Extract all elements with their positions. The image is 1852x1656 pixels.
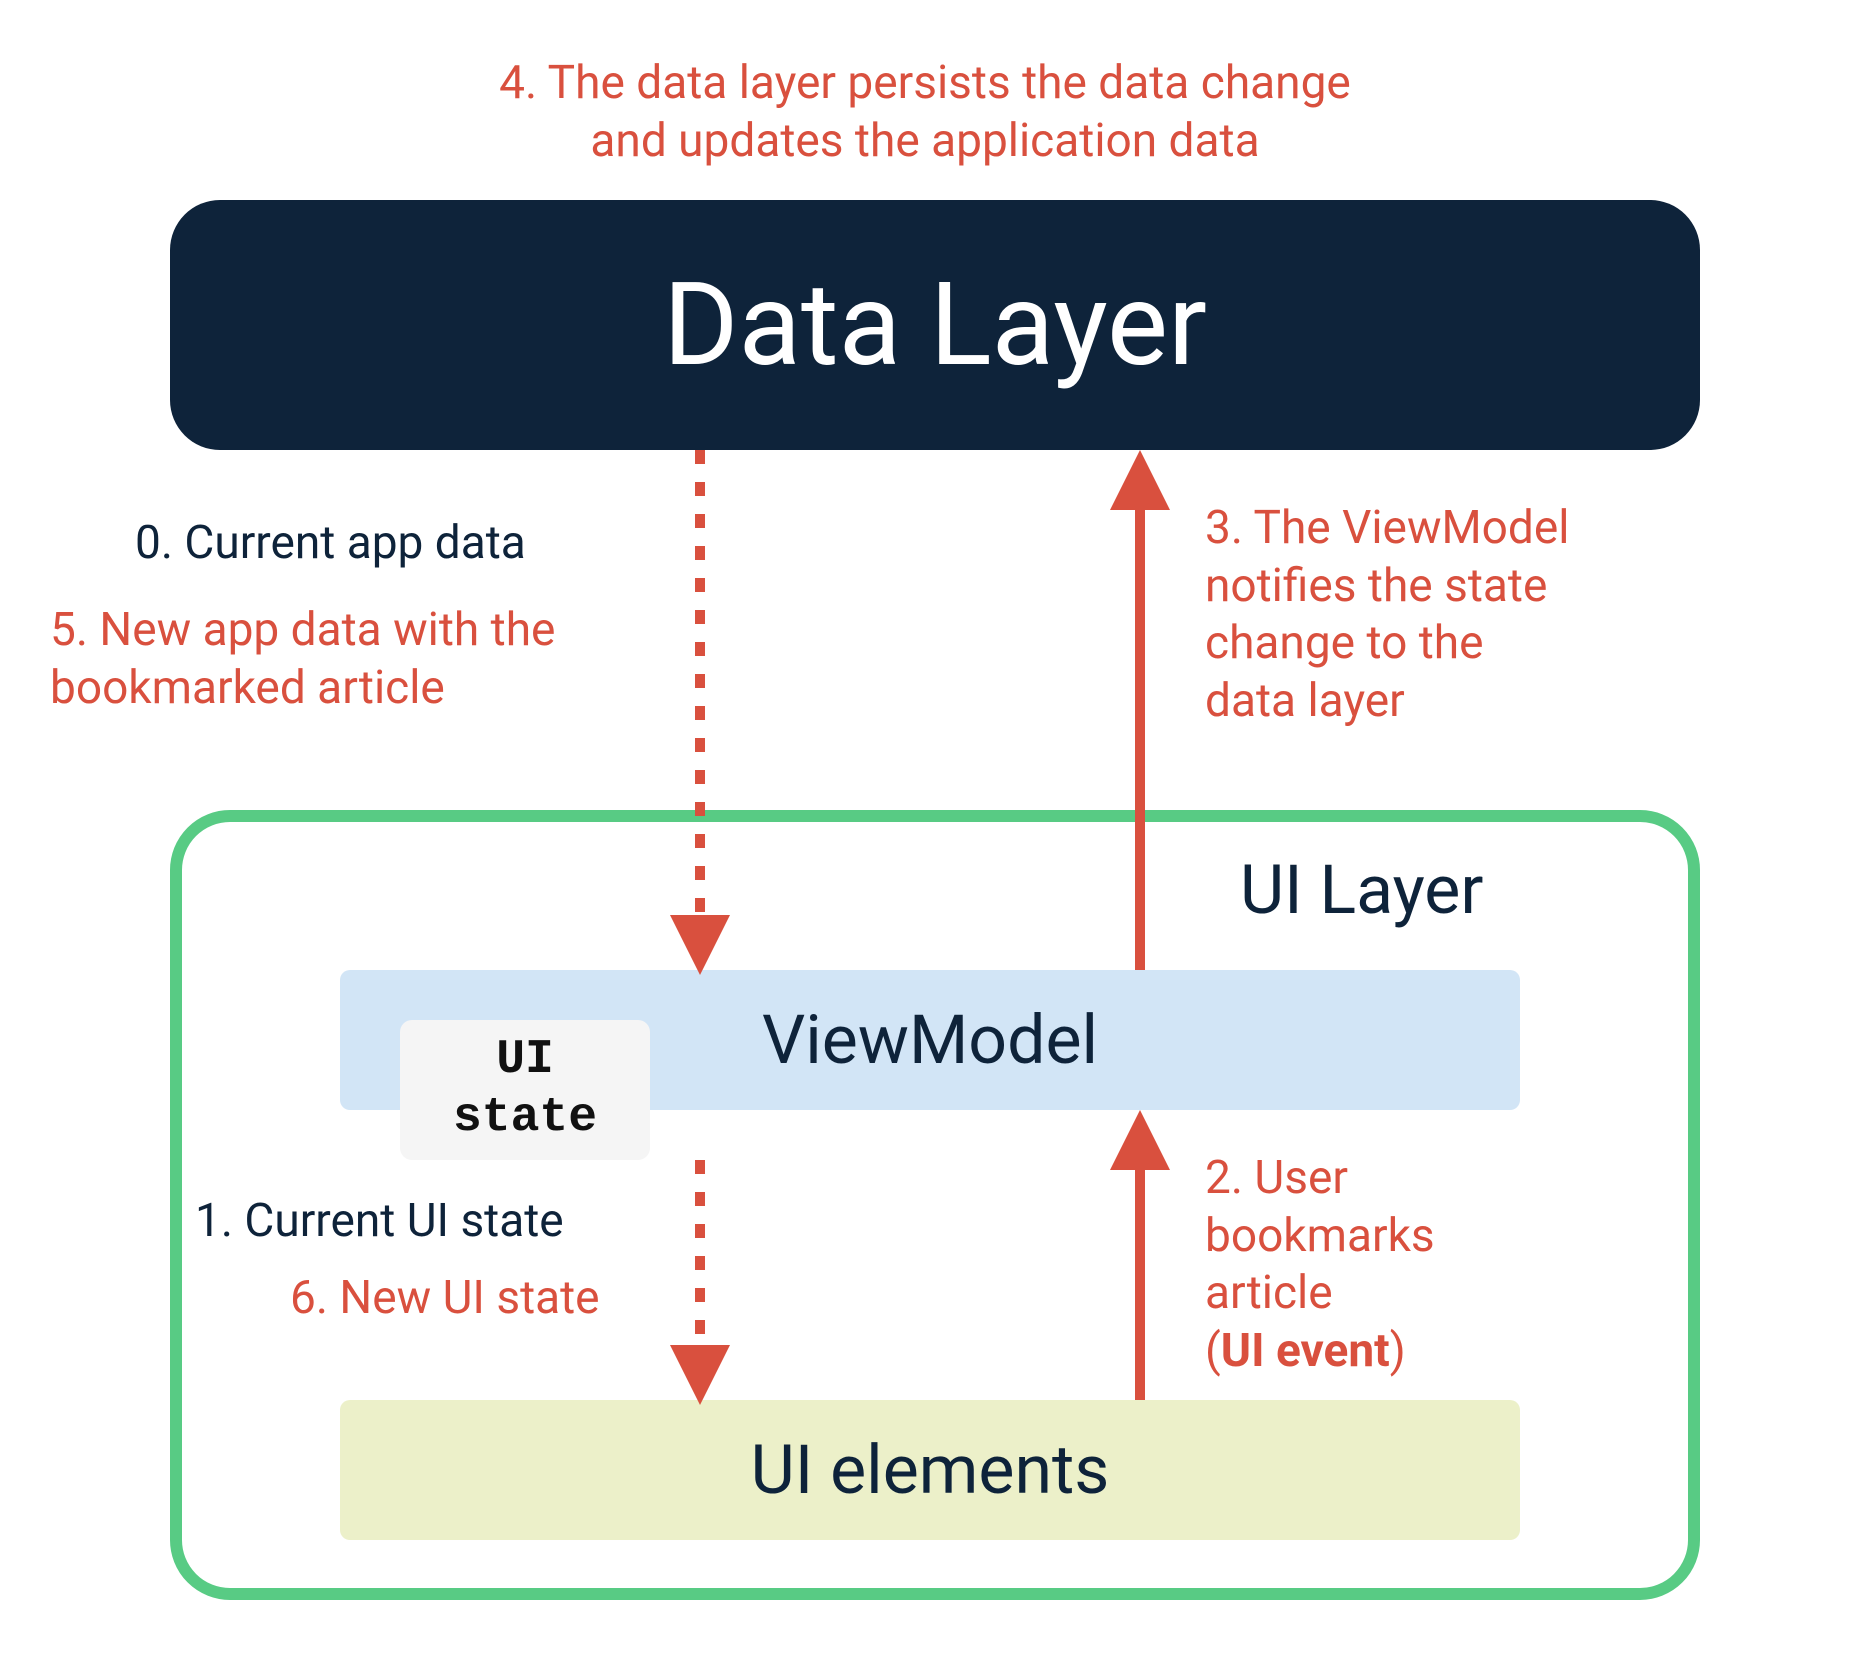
ui-elements-box: UI elements [340, 1400, 1520, 1540]
annotation-step1: 1. Current UI state [195, 1193, 564, 1251]
annotation-step4-line2: and updates the application data [590, 114, 1259, 168]
data-layer-label: Data Layer [663, 258, 1207, 393]
ui-state-box: UI state [400, 1020, 650, 1160]
ui-state-line1: UI [496, 1032, 554, 1090]
annotation-step3: 3. The ViewModel notifies the state chan… [1205, 500, 1569, 730]
data-layer-box: Data Layer [170, 200, 1700, 450]
annotation-step2: 2. User bookmarks article (UI event) [1205, 1150, 1435, 1380]
diagram-canvas: 4. The data layer persists the data chan… [0, 0, 1852, 1656]
annotation-step5: 5. New app data with the bookmarked arti… [50, 602, 555, 717]
ui-layer-label: UI Layer [1240, 850, 1483, 930]
annotation-step4: 4. The data layer persists the data chan… [400, 55, 1450, 170]
ui-elements-label: UI elements [751, 1430, 1110, 1510]
annotation-step0: 0. Current app data [135, 515, 526, 573]
ui-state-line2: state [453, 1090, 597, 1148]
viewmodel-label: ViewModel [762, 1000, 1098, 1080]
annotation-step4-line1: 4. The data layer persists the data chan… [499, 56, 1351, 110]
annotation-step6: 6. New UI state [290, 1270, 600, 1328]
